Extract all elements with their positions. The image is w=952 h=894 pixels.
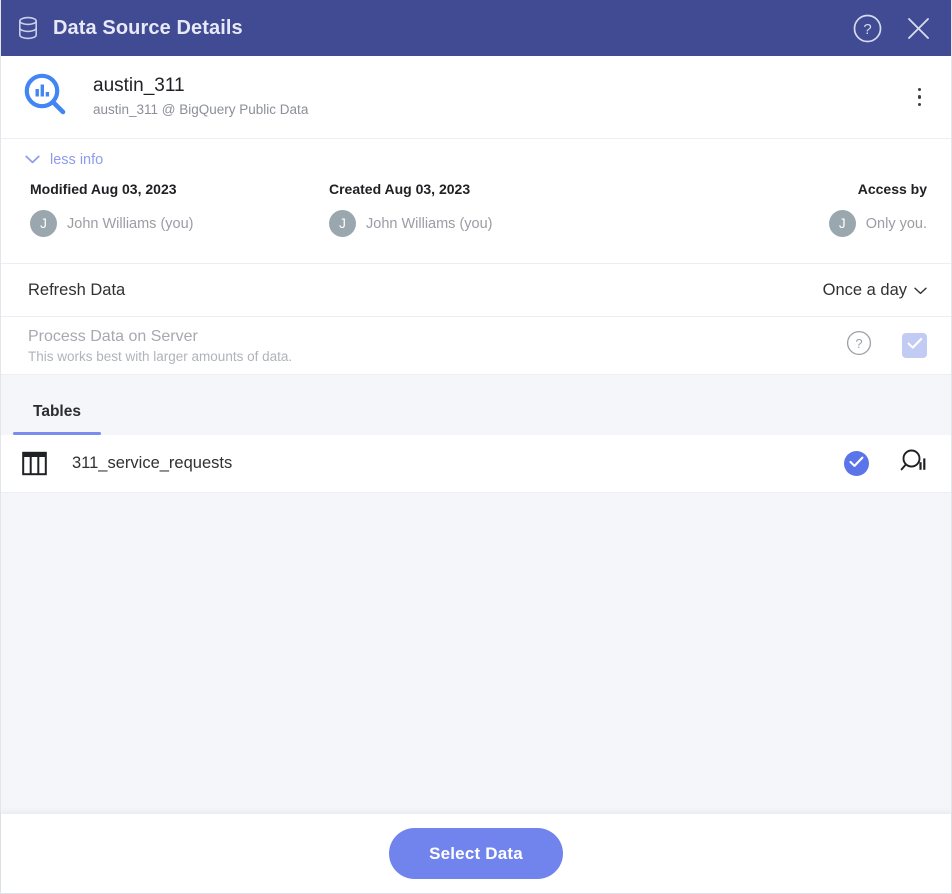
process-data-text: Process Data on Server This works best w… [28,326,846,366]
check-circle-icon[interactable] [844,451,869,476]
process-data-row: Process Data on Server This works best w… [1,317,951,375]
dialog-titlebar: Data Source Details ? [1,0,951,56]
metadata-label: Modified Aug 03, 2023 [30,181,177,197]
source-name: austin_311 [93,75,185,96]
info-toggle-row: less info [1,139,951,181]
check-icon [849,455,864,473]
source-text-block: austin_311 austin_311 @ BigQuery Public … [93,74,908,120]
help-circle-icon[interactable]: ? [846,330,872,361]
metadata-modified: Modified Aug 03, 2023 J John Williams (y… [30,181,329,237]
page-title: Data Source Details [53,16,243,39]
less-info-label: less info [50,152,104,168]
process-data-checkbox[interactable] [902,333,927,358]
table-grid-icon [21,450,48,477]
table-name: 311_service_requests [72,454,233,472]
process-data-actions: ? [846,330,927,361]
avatar: J [329,210,356,237]
explore-data-icon[interactable] [899,448,929,479]
select-data-button[interactable]: Select Data [389,828,563,879]
less-info-toggle[interactable]: less info [25,152,103,168]
metadata-person: J John Williams (you) [30,210,329,237]
tables-empty-area [1,493,951,814]
metadata-label: Access by [857,181,927,197]
metadata-row: Modified Aug 03, 2023 J John Williams (y… [1,181,951,264]
table-row[interactable]: 311_service_requests [1,435,951,493]
metadata-person-name: John Williams (you) [366,215,493,232]
data-source-details-dialog: Data Source Details ? austin_311 austin_… [0,0,952,894]
refresh-data-row: Refresh Data Once a day [1,264,951,317]
check-icon [907,337,923,355]
help-circle-icon[interactable]: ? [853,14,882,43]
table-row-actions [844,448,929,479]
process-data-subtitle: This works best with larger amounts of d… [28,348,293,364]
more-vertical-icon[interactable] [908,80,932,115]
refresh-frequency-value: Once a day [822,280,907,299]
metadata-created: Created Aug 03, 2023 J John Williams (yo… [329,181,628,237]
metadata-person-name: Only you. [865,215,927,232]
metadata-person: J John Williams (you) [329,210,628,237]
titlebar-actions: ? [853,14,933,43]
refresh-data-label: Refresh Data [28,280,126,299]
metadata-label: Created Aug 03, 2023 [329,181,471,197]
svg-text:?: ? [855,336,862,351]
chevron-down-icon [914,281,927,300]
process-data-title: Process Data on Server [28,327,198,345]
metadata-person: J Only you. [628,210,927,237]
avatar: J [30,210,57,237]
avatar: J [828,210,856,237]
kebab-dot [917,102,921,107]
svg-text:?: ? [863,21,871,38]
metadata-person-name: John Williams (you) [67,215,194,232]
database-icon [17,16,39,40]
tabs-bar: Tables [1,375,951,435]
tab-label: Tables [33,403,81,420]
source-subtitle: austin_311 @ BigQuery Public Data [93,102,309,117]
source-header: austin_311 austin_311 @ BigQuery Public … [1,56,951,139]
chevron-down-icon [25,152,40,168]
bigquery-logo-icon [21,70,71,125]
metadata-access: Access by J Only you. [628,181,927,237]
refresh-frequency-select[interactable]: Once a day [823,281,927,300]
dialog-footer: Select Data [1,814,951,893]
titlebar-left-group: Data Source Details [17,16,853,40]
tab-tables[interactable]: Tables [13,403,101,435]
kebab-dot [917,87,921,92]
close-icon[interactable] [904,14,933,43]
kebab-dot [917,95,921,99]
